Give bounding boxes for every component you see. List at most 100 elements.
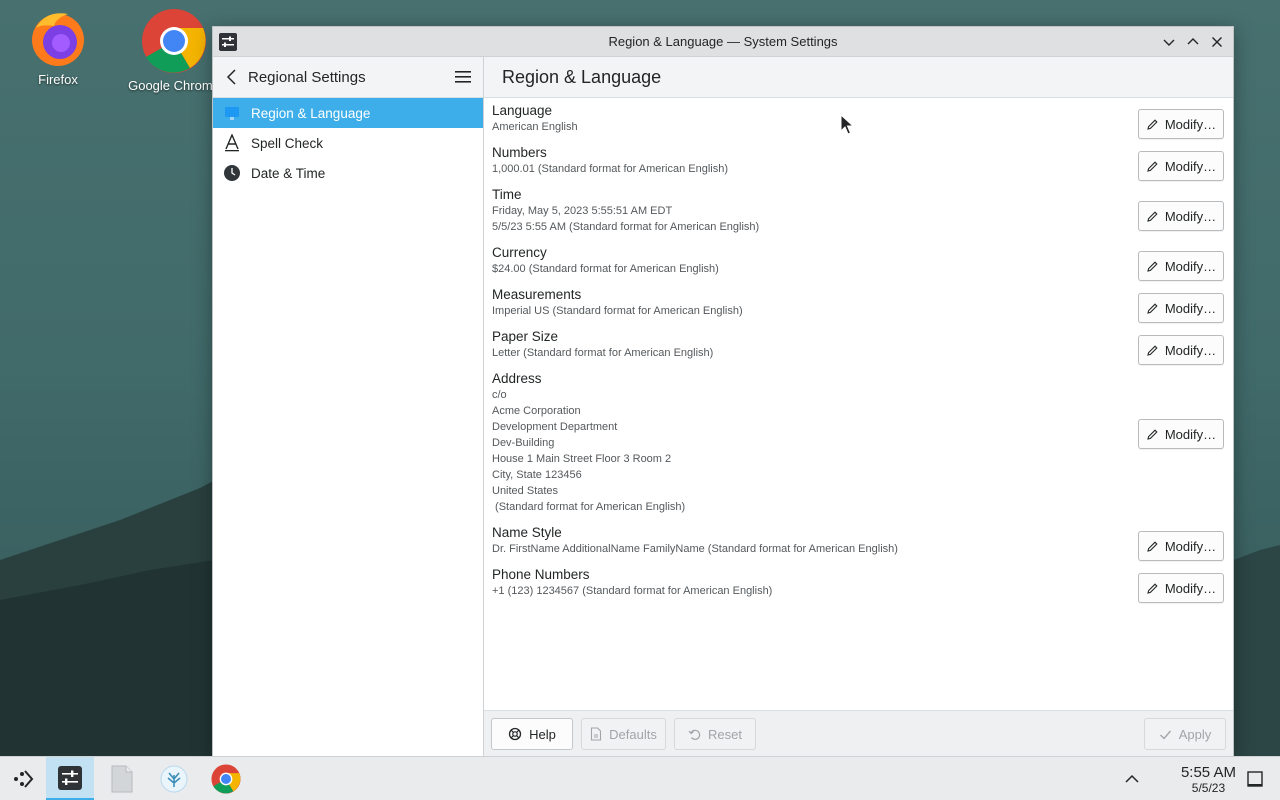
reset-label: Reset <box>708 726 742 742</box>
launcher-icon <box>14 770 34 788</box>
discover-icon <box>160 765 188 793</box>
pencil-icon <box>1147 260 1158 272</box>
modify-label: Modify… <box>1164 208 1217 224</box>
modify-language-button[interactable]: Modify… <box>1138 109 1224 139</box>
back-button[interactable] <box>223 68 241 86</box>
hamburger-menu-button[interactable] <box>454 69 472 85</box>
dialog-footer: Help Defaults Reset Apply <box>484 710 1233 756</box>
taskbar-discover[interactable] <box>150 757 198 800</box>
help-button[interactable]: Help <box>491 718 573 750</box>
pencil-icon <box>1147 302 1158 314</box>
setting-value: +1 (123) 1234567 (Standard format for Am… <box>492 585 773 597</box>
sidebar-item-spell-check[interactable]: Spell Check <box>213 128 483 158</box>
setting-numbers: Numbers 1,000.01 (Standard format for Am… <box>492 144 1224 181</box>
modify-label: Modify… <box>1164 116 1217 132</box>
help-icon <box>508 727 522 741</box>
show-desktop-icon <box>1247 771 1263 787</box>
setting-title: Time <box>492 187 522 202</box>
minimize-button[interactable] <box>1159 32 1179 52</box>
pencil-icon <box>1147 210 1158 222</box>
setting-value: American English <box>492 121 578 133</box>
chevron-up-icon <box>1125 774 1139 783</box>
application-launcher-button[interactable] <box>0 757 48 800</box>
setting-value: c/o Acme Corporation Development Departm… <box>492 389 686 513</box>
digital-clock[interactable]: 5:55 AM 5/5/23 <box>1181 764 1236 796</box>
setting-title: Paper Size <box>492 329 559 344</box>
desktop-icon-label: Google Chrome <box>128 78 220 93</box>
sidebar-item-date-time[interactable]: Date & Time <box>213 158 483 188</box>
setting-value: $24.00 (Standard format for American Eng… <box>492 263 719 275</box>
sidebar-item-label: Date & Time <box>251 165 326 181</box>
modify-address-button[interactable]: Modify… <box>1138 419 1224 449</box>
help-label: Help <box>529 726 556 742</box>
modify-label: Modify… <box>1164 426 1217 442</box>
setting-time: Time Friday, May 5, 2023 5:55:51 AM EDT … <box>492 186 1224 236</box>
main-header: Region & Language <box>484 57 1233 98</box>
apply-label: Apply <box>1178 726 1212 742</box>
setting-value: Letter (Standard format for American Eng… <box>492 347 714 359</box>
sidebar-item-label: Spell Check <box>251 135 324 151</box>
setting-value: Friday, May 5, 2023 5:55:51 AM EDT 5/5/2… <box>492 205 760 233</box>
document-icon <box>591 727 602 741</box>
taskbar-system-settings[interactable] <box>46 757 94 800</box>
chevron-down-icon <box>1163 39 1175 46</box>
chrome-icon <box>211 764 241 794</box>
setting-language: Language American English Modify… <box>492 102 1224 139</box>
taskbar-file-manager[interactable] <box>98 757 146 800</box>
modify-measurements-button[interactable]: Modify… <box>1138 293 1224 323</box>
pencil-icon <box>1147 540 1158 552</box>
setting-phone-numbers: Phone Numbers +1 (123) 1234567 (Standard… <box>492 566 1224 603</box>
setting-value: 1,000.01 (Standard format for American E… <box>492 163 729 175</box>
modify-label: Modify… <box>1164 300 1217 316</box>
firefox-icon <box>32 13 84 66</box>
main-content: Region & Language Language American Engl… <box>484 57 1233 756</box>
undo-icon <box>688 729 701 740</box>
show-desktop-button[interactable] <box>1232 757 1278 800</box>
modify-label: Modify… <box>1164 538 1217 554</box>
pencil-icon <box>1147 428 1158 440</box>
desktop-icon-label: Firefox <box>38 72 78 87</box>
defaults-label: Defaults <box>609 726 657 742</box>
modify-paper-size-button[interactable]: Modify… <box>1138 335 1224 365</box>
modify-name-style-button[interactable]: Modify… <box>1138 531 1224 561</box>
maximize-button[interactable] <box>1183 32 1203 52</box>
apply-button[interactable]: Apply <box>1144 718 1226 750</box>
sidebar-item-region-language[interactable]: Region & Language <box>213 98 483 128</box>
chevron-up-icon <box>1187 38 1199 45</box>
modify-time-button[interactable]: Modify… <box>1138 201 1224 231</box>
setting-measurements: Measurements Imperial US (Standard forma… <box>492 286 1224 323</box>
setting-paper-size: Paper Size Letter (Standard format for A… <box>492 328 1224 365</box>
close-icon <box>1212 37 1222 47</box>
pencil-icon <box>1147 344 1158 356</box>
setting-name-style: Name Style Dr. FirstName AdditionalName … <box>492 524 1224 561</box>
titlebar[interactable]: Region & Language — System Settings <box>213 27 1233 57</box>
setting-title: Name Style <box>492 525 562 540</box>
desktop-icon-firefox[interactable]: Firefox <box>8 8 108 98</box>
modify-phone-numbers-button[interactable]: Modify… <box>1138 573 1224 603</box>
window-title: Region & Language — System Settings <box>608 34 838 49</box>
modify-numbers-button[interactable]: Modify… <box>1138 151 1224 181</box>
modify-label: Modify… <box>1164 158 1217 174</box>
checkmark-icon <box>1159 730 1171 740</box>
system-tray-expand-button[interactable] <box>1108 757 1156 800</box>
mouse-cursor-icon <box>840 114 854 135</box>
taskbar: 5:55 AM 5/5/23 <box>0 756 1280 800</box>
clock-icon <box>223 164 241 182</box>
desktop-icon-chrome[interactable]: Google Chrome <box>124 8 224 98</box>
settings-window: Region & Language — System Settings Regi… <box>212 26 1234 756</box>
sidebar-item-label: Region & Language <box>251 105 371 121</box>
setting-title: Address <box>492 371 542 386</box>
page-title: Region & Language <box>502 66 662 87</box>
sidebar: Regional Settings Region & Language Spel… <box>213 57 484 756</box>
setting-title: Currency <box>492 245 547 260</box>
setting-currency: Currency $24.00 (Standard format for Ame… <box>492 244 1224 281</box>
system-settings-icon <box>219 33 237 51</box>
defaults-button[interactable]: Defaults <box>581 718 666 750</box>
taskbar-google-chrome[interactable] <box>202 757 250 800</box>
modify-label: Modify… <box>1164 342 1217 358</box>
chevron-left-icon <box>226 69 236 85</box>
close-button[interactable] <box>1207 32 1227 52</box>
reset-button[interactable]: Reset <box>674 718 756 750</box>
modify-currency-button[interactable]: Modify… <box>1138 251 1224 281</box>
region-language-icon <box>223 104 241 122</box>
